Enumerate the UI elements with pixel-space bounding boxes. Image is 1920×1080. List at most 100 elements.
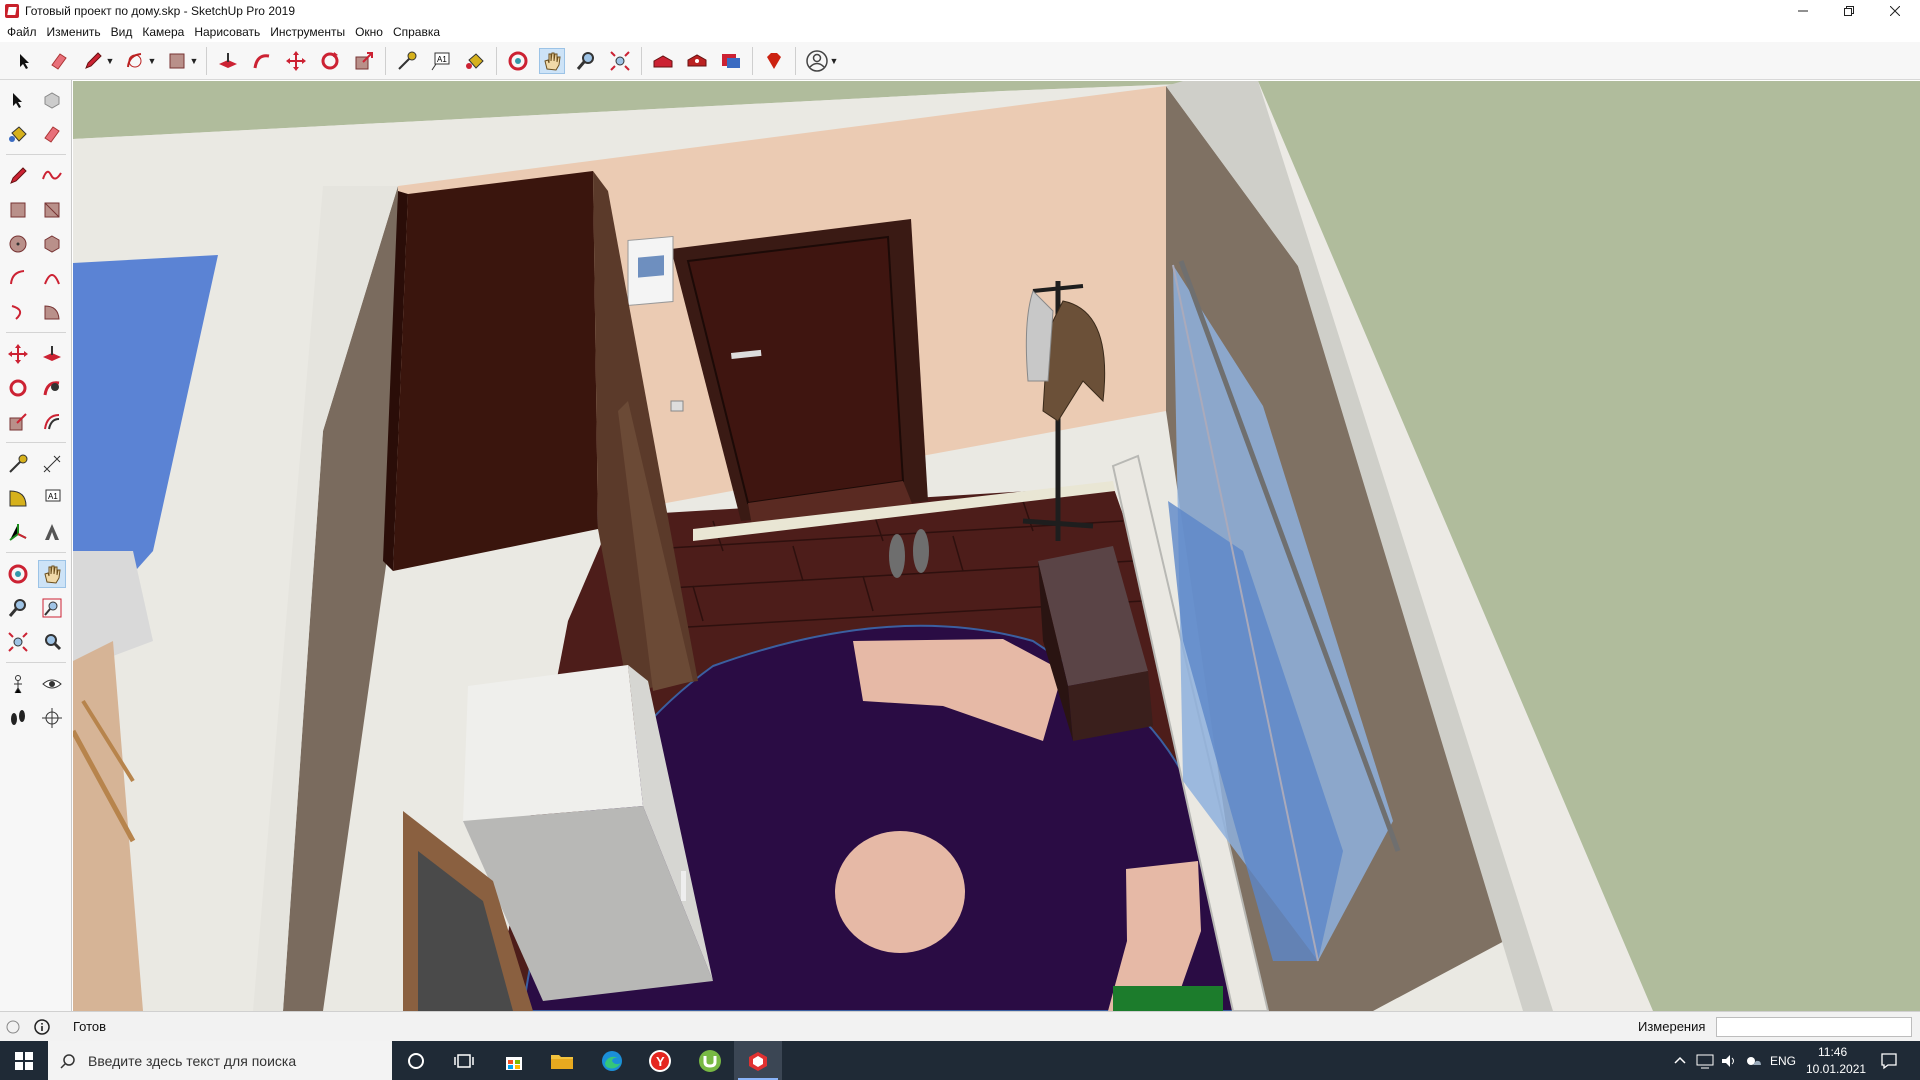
start-button[interactable] — [0, 1041, 48, 1080]
select-tool-button[interactable] — [4, 86, 32, 114]
arc-tool-button[interactable] — [122, 48, 148, 74]
rotated-rectangle-icon — [44, 202, 60, 218]
walk-tool-button[interactable] — [4, 704, 32, 732]
make-component-button[interactable] — [38, 86, 66, 114]
layout-button[interactable] — [718, 48, 744, 74]
measurements-input[interactable] — [1716, 1017, 1912, 1037]
dimension-tool-button[interactable] — [38, 450, 66, 478]
menu-help[interactable]: Справка — [388, 25, 445, 39]
warehouse-button[interactable] — [650, 48, 676, 74]
zoom-extents-tool-button[interactable] — [4, 628, 32, 656]
chevron-up-icon[interactable] — [1674, 1055, 1686, 1065]
pan-tool-button[interactable] — [539, 47, 565, 74]
cortana-button[interactable] — [392, 1041, 440, 1080]
scale-tool-button[interactable] — [4, 408, 32, 436]
position-camera-tool-button[interactable] — [4, 670, 32, 698]
rotate-tool-button[interactable] — [317, 48, 343, 74]
tape-measure-tool-button[interactable] — [394, 48, 420, 74]
menu-edit[interactable]: Изменить — [42, 25, 106, 39]
text-tool-button[interactable]: A1 — [38, 484, 66, 512]
scale-tool-button[interactable] — [351, 48, 377, 74]
ruby-console-button[interactable] — [761, 48, 787, 74]
offset-tool-button[interactable] — [38, 408, 66, 436]
orbit-tool-button[interactable] — [505, 48, 531, 74]
tape-measure-tool-button[interactable] — [4, 450, 32, 478]
axes-tool-button[interactable] — [4, 518, 32, 546]
store-app[interactable] — [490, 1041, 538, 1080]
previous-view-button[interactable] — [38, 628, 66, 656]
pencil-dropdown[interactable]: ▼ — [106, 48, 115, 74]
arc-dropdown[interactable]: ▼ — [148, 48, 157, 74]
paint-bucket-tool-button[interactable] — [4, 120, 32, 148]
move-tool-button[interactable] — [4, 340, 32, 368]
restore-button[interactable] — [1826, 0, 1872, 22]
menu-camera[interactable]: Камера — [137, 25, 189, 39]
push-pull-tool-button[interactable] — [215, 48, 241, 74]
three-point-arc-tool-button[interactable] — [4, 298, 32, 326]
rectangle-tool-button[interactable] — [164, 48, 190, 74]
look-around-tool-button[interactable] — [38, 670, 66, 698]
zoom-tool-button[interactable] — [573, 48, 599, 74]
text-tool-button[interactable]: A1 — [428, 48, 454, 74]
minimize-button[interactable] — [1780, 0, 1826, 22]
pan-tool-button[interactable] — [38, 560, 66, 588]
rectangle-dropdown[interactable]: ▼ — [190, 48, 199, 74]
select-tool-button[interactable] — [12, 48, 38, 74]
select-icon — [13, 93, 22, 108]
eraser-tool-button[interactable] — [38, 120, 66, 148]
weather-icon[interactable] — [1744, 1053, 1762, 1069]
pencil-tool-button[interactable] — [80, 48, 106, 74]
menu-window[interactable]: Окно — [350, 25, 388, 39]
zoom-extents-tool-button[interactable] — [607, 48, 633, 74]
svg-text:Y: Y — [656, 1054, 665, 1069]
freehand-tool-button[interactable] — [38, 162, 66, 190]
yandex-browser-app[interactable]: Y — [636, 1041, 684, 1080]
menu-view[interactable]: Вид — [106, 25, 138, 39]
move-tool-button[interactable] — [283, 48, 309, 74]
paint-bucket-tool-button[interactable] — [462, 48, 488, 74]
carpet-pattern-circle — [835, 831, 965, 953]
clock-date[interactable]: 10.01.2021 — [1806, 1062, 1866, 1076]
account-dropdown[interactable]: ▼ — [830, 48, 839, 74]
language-indicator[interactable]: ENG — [1770, 1054, 1796, 1068]
pie-tool-button[interactable] — [38, 298, 66, 326]
3d-model-scene[interactable] — [73, 81, 1920, 1011]
protractor-tool-button[interactable] — [4, 484, 32, 512]
file-explorer-app[interactable] — [538, 1041, 586, 1080]
push-pull-tool-button[interactable] — [38, 340, 66, 368]
polygon-tool-button[interactable] — [38, 230, 66, 258]
account-button[interactable] — [804, 48, 830, 74]
edge-browser-app[interactable] — [588, 1041, 636, 1080]
eraser-tool-button[interactable] — [46, 48, 72, 74]
clock-time[interactable]: 11:46 — [1818, 1045, 1847, 1059]
task-view-button[interactable] — [440, 1041, 488, 1080]
rotated-rectangle-tool-button[interactable] — [38, 196, 66, 224]
rotate-tool-button[interactable] — [4, 374, 32, 402]
volume-icon[interactable] — [1720, 1053, 1738, 1069]
network-icon[interactable] — [1696, 1053, 1714, 1069]
extension-warehouse-button[interactable] — [684, 48, 710, 74]
rectangle-icon — [10, 202, 26, 218]
menu-tools[interactable]: Инструменты — [265, 25, 350, 39]
circle-tool-button[interactable] — [4, 230, 32, 258]
info-icon[interactable] — [34, 1019, 50, 1035]
rectangle-tool-button[interactable] — [4, 196, 32, 224]
taskbar-search-box[interactable]: Введите здесь текст для поиска — [48, 1041, 392, 1080]
close-button[interactable] — [1872, 0, 1918, 22]
3d-text-tool-button[interactable] — [38, 518, 66, 546]
notifications-icon[interactable] — [1880, 1052, 1898, 1070]
zoom-tool-button[interactable] — [4, 594, 32, 622]
orbit-tool-button[interactable] — [4, 560, 32, 588]
menu-file[interactable]: Файл — [2, 25, 42, 39]
sketchup-taskbar-app[interactable] — [734, 1041, 782, 1080]
zoom-window-tool-button[interactable] — [38, 594, 66, 622]
model-viewport[interactable] — [73, 81, 1920, 1011]
section-plane-tool-button[interactable] — [38, 704, 66, 732]
follow-me-tool-button[interactable] — [249, 48, 275, 74]
utorrent-app[interactable] — [686, 1041, 734, 1080]
line-tool-button[interactable] — [4, 162, 32, 190]
two-point-arc-tool-button[interactable] — [38, 264, 66, 292]
menu-draw[interactable]: Нарисовать — [189, 25, 265, 39]
follow-me-tool-button[interactable] — [38, 374, 66, 402]
arc-tool-button[interactable] — [4, 264, 32, 292]
